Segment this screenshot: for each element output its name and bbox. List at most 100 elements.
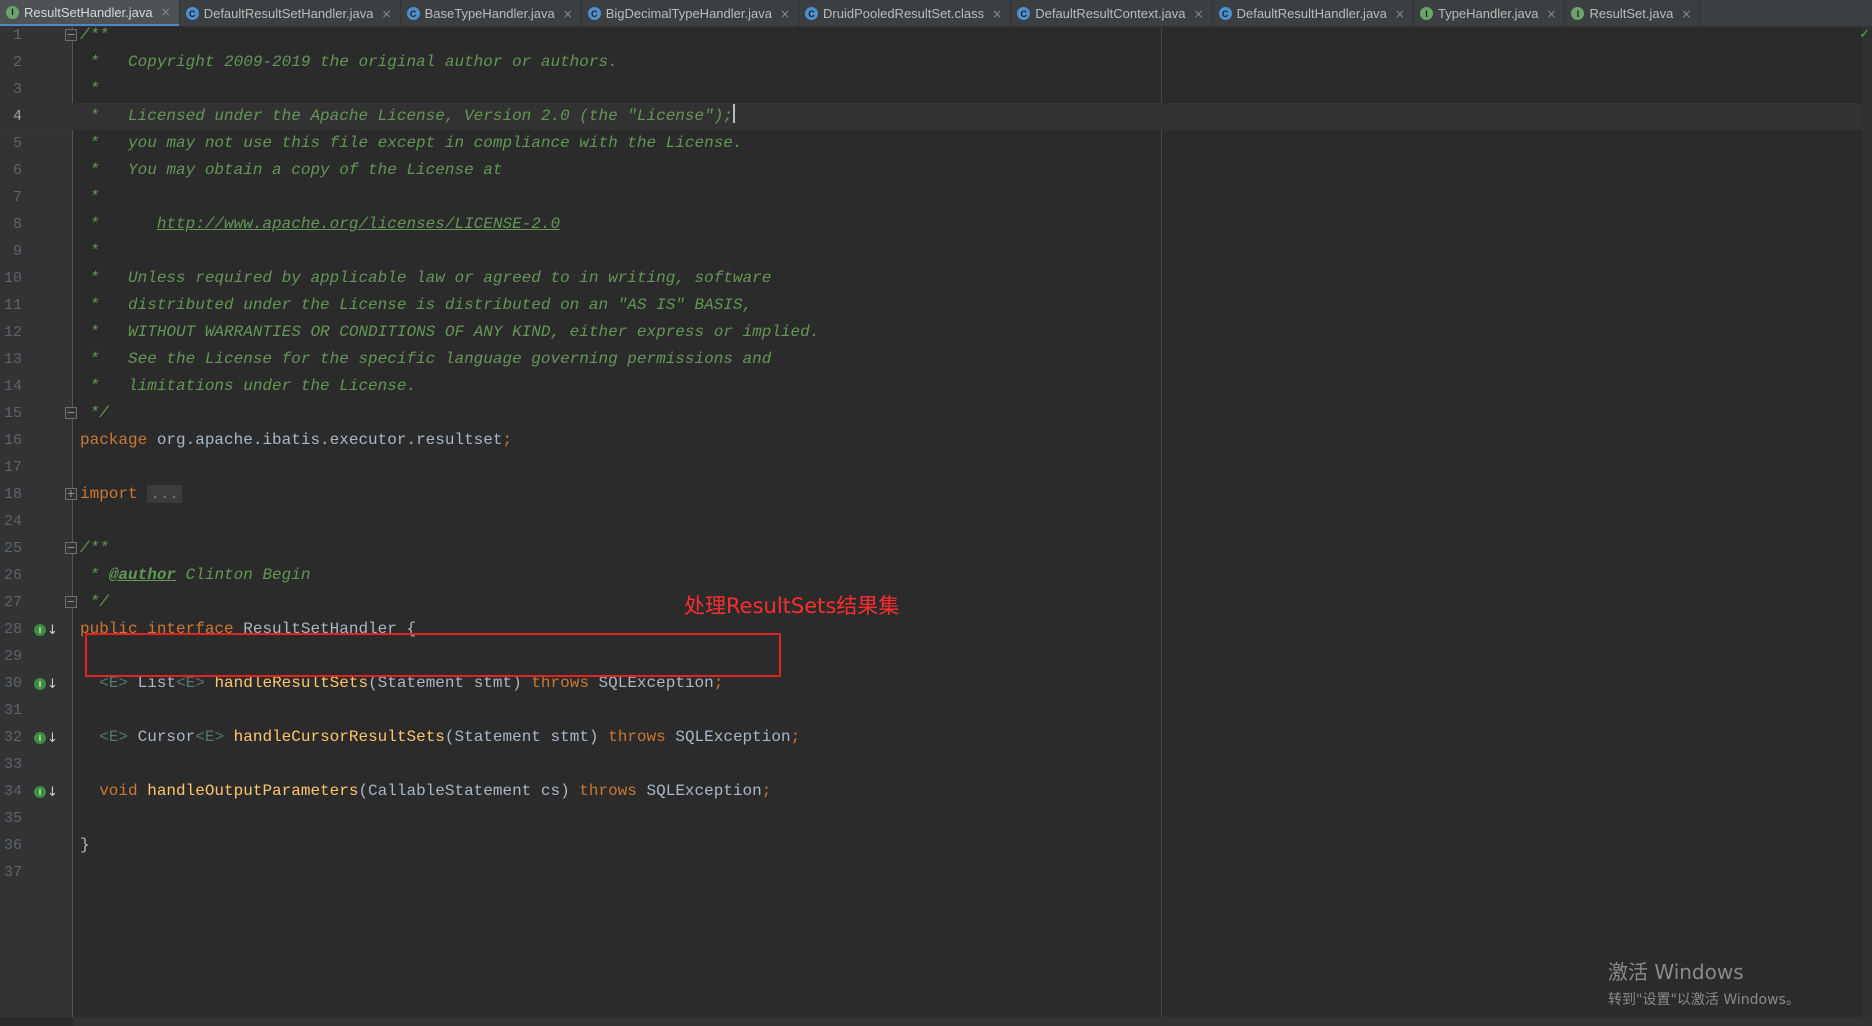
code-text[interactable]: * WITHOUT WARRANTIES OR CONDITIONS OF AN… (80, 319, 820, 346)
line-number[interactable]: 35 (0, 805, 22, 832)
line-number[interactable]: 18 (0, 481, 22, 508)
close-icon[interactable]: × (992, 7, 1002, 21)
code-text[interactable]: void handleOutputParameters(CallableStat… (80, 778, 771, 805)
code-line[interactable]: 9 * (0, 238, 1862, 265)
close-icon[interactable]: × (780, 7, 790, 21)
implemented-gutter-icon[interactable]: I ↓ (34, 783, 58, 801)
close-icon[interactable]: × (161, 5, 171, 19)
code-line[interactable]: 17 (0, 454, 1862, 481)
fold-collapse-icon[interactable]: − (65, 29, 77, 41)
close-icon[interactable]: × (382, 7, 392, 21)
code-text[interactable]: */ (80, 400, 109, 427)
code-editor[interactable]: 1−/** 2 * Copyright 2009-2019 the origina… (0, 26, 1872, 1026)
code-text[interactable]: * limitations under the License. (80, 373, 416, 400)
fold-collapse-icon[interactable]: − (65, 407, 77, 419)
line-number[interactable]: 6 (0, 157, 22, 184)
code-text[interactable]: * @author Clinton Begin (80, 562, 311, 589)
line-number[interactable]: 8 (0, 211, 22, 238)
line-number[interactable]: 13 (0, 346, 22, 373)
code-line[interactable]: 5 * you may not use this file except in … (0, 130, 1862, 157)
code-text[interactable]: * Unless required by applicable law or a… (80, 265, 772, 292)
code-line[interactable]: 25 −/** (0, 535, 1862, 562)
line-number[interactable]: 30 (0, 670, 22, 697)
code-text[interactable]: * See the License for the specific langu… (80, 346, 772, 373)
line-number[interactable]: 9 (0, 238, 22, 265)
line-number[interactable]: 31 (0, 697, 22, 724)
line-number[interactable]: 36 (0, 832, 22, 859)
fold-expand-icon[interactable]: + (65, 488, 77, 500)
code-text[interactable]: * You may obtain a copy of the License a… (80, 157, 503, 184)
code-text[interactable]: * Licensed under the Apache License, Ver… (80, 103, 735, 130)
code-line[interactable]: 18 + import ... (0, 481, 1862, 508)
code-line[interactable]: 6 * You may obtain a copy of the License… (0, 157, 1862, 184)
code-line[interactable]: 13 * See the License for the specific la… (0, 346, 1862, 373)
close-icon[interactable]: × (1395, 7, 1405, 21)
code-line[interactable]: 7 * (0, 184, 1862, 211)
code-line[interactable]: 36} (0, 832, 1862, 859)
fold-collapse-icon[interactable]: − (65, 542, 77, 554)
code-text[interactable]: * you may not use this file except in co… (80, 130, 743, 157)
code-line[interactable]: 16 package org.apache.ibatis.executor.res… (0, 427, 1862, 454)
code-line[interactable]: 11 * distributed under the License is di… (0, 292, 1862, 319)
line-number[interactable]: 34 (0, 778, 22, 805)
implemented-gutter-icon[interactable]: I ↓ (34, 729, 58, 747)
code-line[interactable]: 24 (0, 508, 1862, 535)
code-text[interactable]: * http://www.apache.org/licenses/LICENSE… (80, 211, 560, 238)
code-line[interactable]: 27 − */ (0, 589, 1862, 616)
line-number[interactable]: 11 (0, 292, 22, 319)
code-line[interactable]: 34 I ↓ void handleOutputParameters(Callabl… (0, 778, 1862, 805)
line-number[interactable]: 37 (0, 859, 22, 886)
code-line[interactable]: 26 * @author Clinton Begin (0, 562, 1862, 589)
code-line[interactable]: 33 (0, 751, 1862, 778)
code-line[interactable]: 14 * limitations under the License. (0, 373, 1862, 400)
line-number[interactable]: 2 (0, 49, 22, 76)
code-line[interactable]: 4 * Licensed under the Apache License, V… (0, 103, 1862, 130)
line-number[interactable]: 1 (0, 22, 22, 49)
line-number[interactable]: 24 (0, 508, 22, 535)
error-stripe[interactable]: ✓ (1859, 27, 1872, 1017)
line-number[interactable]: 17 (0, 454, 22, 481)
line-number[interactable]: 29 (0, 643, 22, 670)
code-text[interactable]: } (80, 832, 90, 859)
line-number[interactable]: 28 (0, 616, 22, 643)
code-text[interactable]: */ (80, 589, 109, 616)
token-link[interactable]: http://www.apache.org/licenses/LICENSE-2… (157, 215, 560, 233)
code-line[interactable]: 15 − */ (0, 400, 1862, 427)
code-text[interactable]: package org.apache.ibatis.executor.resul… (80, 427, 512, 454)
line-number[interactable]: 33 (0, 751, 22, 778)
close-icon[interactable]: × (1681, 7, 1691, 21)
code-line[interactable]: 12 * WITHOUT WARRANTIES OR CONDITIONS OF… (0, 319, 1862, 346)
code-line[interactable]: 32 I ↓ <E> Cursor<E> handleCursorResultSet… (0, 724, 1862, 751)
implemented-gutter-icon[interactable]: I ↓ (34, 675, 58, 693)
code-line[interactable]: 31 (0, 697, 1862, 724)
close-icon[interactable]: × (563, 7, 573, 21)
code-text[interactable]: * Copyright 2009-2019 the original autho… (80, 49, 618, 76)
code-text[interactable]: * (80, 76, 100, 103)
line-number[interactable]: 14 (0, 373, 22, 400)
fold-collapse-icon[interactable]: − (65, 596, 77, 608)
close-icon[interactable]: × (1546, 7, 1556, 21)
code-line[interactable]: 10 * Unless required by applicable law o… (0, 265, 1862, 292)
line-number[interactable]: 26 (0, 562, 22, 589)
line-number[interactable]: 7 (0, 184, 22, 211)
line-number[interactable]: 27 (0, 589, 22, 616)
code-text[interactable]: * (80, 238, 100, 265)
close-icon[interactable]: × (1194, 7, 1204, 21)
implemented-gutter-icon[interactable]: I ↓ (34, 621, 58, 639)
line-number[interactable]: 5 (0, 130, 22, 157)
line-number[interactable]: 10 (0, 265, 22, 292)
code-line[interactable]: 3 * (0, 76, 1862, 103)
code-line[interactable]: 8 * http://www.apache.org/licenses/LICEN… (0, 211, 1862, 238)
line-number[interactable]: 4 (0, 103, 22, 130)
code-text[interactable]: import ... (80, 481, 183, 508)
code-text[interactable]: /** (80, 535, 109, 562)
horizontal-scrollbar[interactable] (73, 1017, 1872, 1026)
code-text[interactable]: <E> Cursor<E> handleCursorResultSets(Sta… (80, 724, 800, 751)
code-line[interactable]: 2 * Copyright 2009-2019 the original aut… (0, 49, 1862, 76)
line-number[interactable]: 16 (0, 427, 22, 454)
line-number[interactable]: 15 (0, 400, 22, 427)
line-number[interactable]: 25 (0, 535, 22, 562)
code-text[interactable]: /** (80, 22, 109, 49)
code-line[interactable]: 35 (0, 805, 1862, 832)
line-number[interactable]: 12 (0, 319, 22, 346)
